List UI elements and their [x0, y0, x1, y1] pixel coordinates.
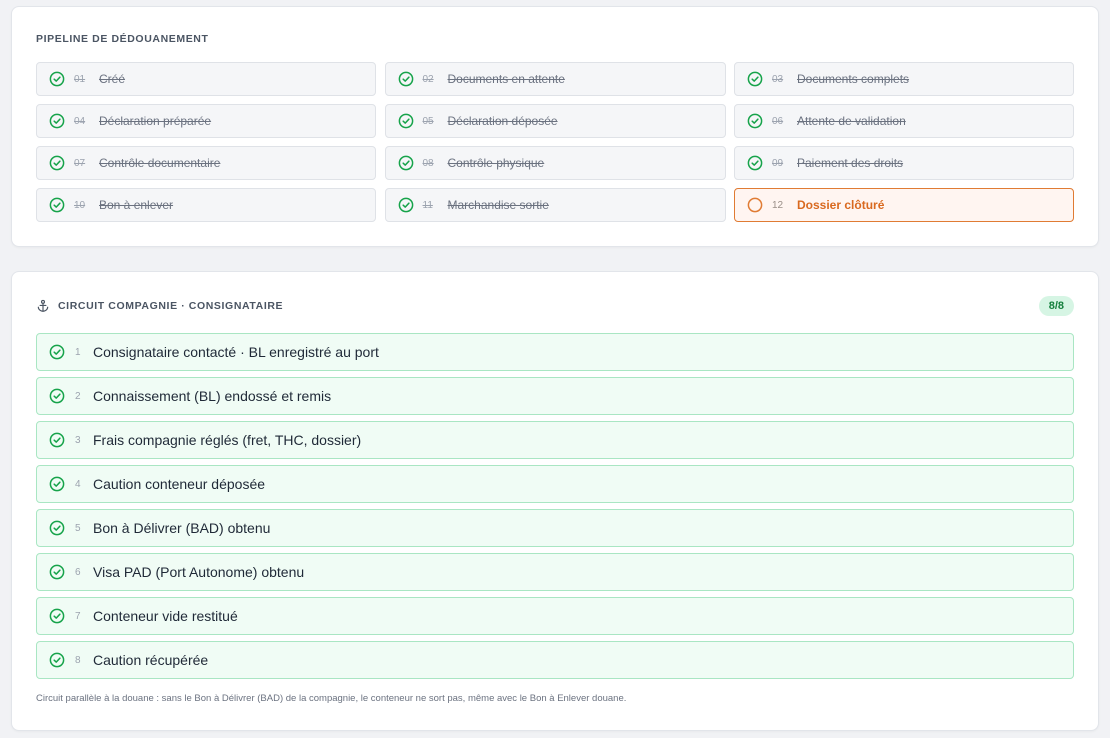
pipeline-step[interactable]: 09 Paiement des droits — [734, 146, 1074, 180]
step-label: Créé — [99, 72, 126, 86]
step-label: Paiement des droits — [797, 156, 904, 170]
step-label: Documents en attente — [447, 72, 565, 86]
circuit-header: CIRCUIT COMPAGNIE · CONSIGNATAIRE — [36, 299, 283, 313]
check-circle-icon — [49, 652, 65, 668]
pipeline-step[interactable]: 12 Dossier clôturé — [734, 188, 1074, 222]
step-number: 11 — [422, 199, 433, 211]
pipeline-step[interactable]: 02 Documents en attente — [384, 62, 726, 96]
check-circle-icon — [49, 564, 65, 580]
circuit-item[interactable]: 6 Visa PAD (Port Autonome) obtenu — [36, 553, 1074, 591]
step-label: Attente de validation — [797, 114, 906, 128]
pipeline-step[interactable]: 06 Attente de validation — [734, 104, 1074, 138]
step-number: 04 — [74, 115, 86, 127]
step-number: 12 — [772, 199, 784, 211]
pipeline-step[interactable]: 04 Déclaration préparée — [36, 104, 376, 138]
pipeline-card: PIPELINE DE DÉDOUANEMENT 01 Créé 02 Documen… — [11, 6, 1099, 247]
step-number: 10 — [74, 199, 86, 211]
step-label: Bon à enlever — [99, 198, 174, 212]
item-number: 6 — [75, 566, 81, 578]
item-number: 2 — [75, 390, 81, 402]
item-number: 1 — [75, 346, 81, 358]
item-number: 5 — [75, 522, 81, 534]
pipeline-grid: 01 Créé 02 Documents en attente 03 Documents … — [36, 62, 1074, 222]
step-label: Déclaration déposée — [447, 114, 558, 128]
circuit-item[interactable]: 3 Frais compagnie réglés (fret, THC, doss… — [36, 421, 1074, 459]
step-label: Déclaration préparée — [99, 114, 212, 128]
step-number: 02 — [422, 73, 434, 85]
pipeline-step[interactable]: 05 Déclaration déposée — [384, 104, 726, 138]
item-number: 4 — [75, 478, 81, 490]
item-label: Frais compagnie réglés (fret, THC, dossi… — [93, 432, 362, 448]
item-number: 7 — [75, 610, 81, 622]
pipeline-step[interactable]: 03 Documents complets — [734, 62, 1074, 96]
check-circle-icon — [49, 520, 65, 536]
pipeline-step[interactable]: 10 Bon à enlever — [36, 188, 376, 222]
pipeline-title: PIPELINE DE DÉDOUANEMENT — [36, 33, 209, 45]
circuit-note: Circuit parallèle à la douane : sans le … — [36, 693, 627, 704]
step-number: 06 — [772, 115, 784, 127]
pipeline-step[interactable]: 11 Marchandise sortie — [384, 188, 726, 222]
check-circle-icon — [747, 71, 763, 87]
item-label: Caution conteneur déposée — [93, 476, 266, 492]
check-circle-icon — [747, 155, 763, 171]
check-circle-icon — [398, 197, 413, 213]
check-circle-icon — [398, 155, 413, 171]
step-label: Marchandise sortie — [447, 198, 549, 212]
check-circle-icon — [49, 155, 65, 171]
check-circle-icon — [49, 71, 65, 87]
check-circle-icon — [49, 388, 65, 404]
step-label: Contrôle physique — [447, 156, 545, 170]
step-number: 08 — [422, 157, 434, 169]
step-number: 05 — [422, 115, 434, 127]
check-circle-icon — [49, 432, 65, 448]
circuit-item[interactable]: 5 Bon à Délivrer (BAD) obtenu — [36, 509, 1074, 547]
check-circle-icon — [747, 113, 763, 129]
circuit-card: CIRCUIT COMPAGNIE · CONSIGNATAIRE 8/8 1C… — [11, 271, 1099, 731]
item-label: Bon à Délivrer (BAD) obtenu — [93, 520, 271, 536]
check-circle-icon — [49, 197, 65, 213]
step-number: 01 — [74, 73, 86, 85]
circuit-item[interactable]: 2 Connaissement (BL) endossé et remis — [36, 377, 1074, 415]
item-label: Conteneur vide restitué — [93, 608, 238, 624]
empty-circle-icon — [747, 197, 763, 213]
step-number: 09 — [772, 157, 784, 169]
check-circle-icon — [49, 344, 65, 360]
circuit-count-badge: 8/8 — [1038, 296, 1074, 316]
circuit-list: 1 Consignataire contacté · BL enregistré … — [36, 333, 1074, 685]
circuit-title: CIRCUIT COMPAGNIE · CONSIGNATAIRE — [58, 300, 284, 312]
item-label: Caution récupérée — [93, 652, 209, 668]
circuit-item[interactable]: 8 Caution récupérée — [36, 641, 1074, 679]
circuit-item[interactable]: 1 Consignataire contacté · BL enregistré … — [36, 333, 1074, 371]
pipeline-step[interactable]: 07 Contrôle documentaire — [36, 146, 376, 180]
step-label: Documents complets — [797, 72, 910, 86]
check-circle-icon — [49, 476, 65, 492]
item-label: Visa PAD (Port Autonome) obtenu — [93, 564, 305, 580]
check-circle-icon — [398, 71, 413, 87]
item-number: 3 — [75, 434, 81, 446]
step-label: Contrôle documentaire — [99, 156, 221, 170]
check-circle-icon — [49, 113, 65, 129]
item-number: 8 — [75, 654, 81, 666]
check-circle-icon — [49, 608, 65, 624]
anchor-icon — [37, 299, 49, 312]
step-number: 03 — [772, 73, 784, 85]
circuit-item[interactable]: 4 Caution conteneur déposée — [36, 465, 1074, 503]
pipeline-step[interactable]: 08 Contrôle physique — [384, 146, 726, 180]
circuit-item[interactable]: 7 Conteneur vide restitué — [36, 597, 1074, 635]
item-label: Connaissement (BL) endossé et remis — [93, 388, 332, 404]
step-number: 07 — [74, 157, 86, 169]
pipeline-step[interactable]: 01 Créé — [36, 62, 376, 96]
item-label: Consignataire contacté · BL enregistré a… — [93, 344, 379, 360]
check-circle-icon — [398, 113, 413, 129]
step-label: Dossier clôturé — [797, 198, 885, 212]
